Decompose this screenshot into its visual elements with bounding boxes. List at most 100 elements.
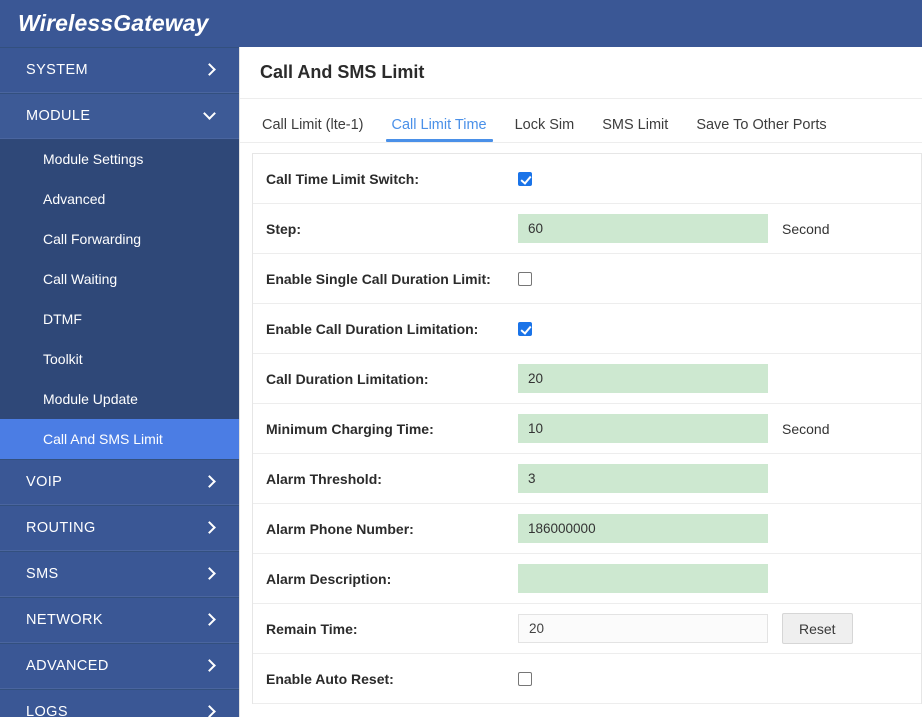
row-label: Enable Single Call Duration Limit: xyxy=(266,270,491,287)
row-field: Reset xyxy=(518,613,853,644)
sidebar-item-label: DTMF xyxy=(43,311,82,327)
form-row-alarm-description: Alarm Description: xyxy=(253,554,921,604)
row-field xyxy=(518,214,768,243)
call-time-limit-switch-checkbox[interactable] xyxy=(518,171,532,186)
sidebar-item-label: Module Update xyxy=(43,391,138,407)
settings-form: Call Time Limit Switch: Step: Second xyxy=(252,153,922,704)
chevron-right-icon xyxy=(205,706,217,717)
body-split: SYSTEM MODULE Module Settings Advanced C… xyxy=(0,47,922,717)
sidebar-section-module[interactable]: MODULE xyxy=(0,93,239,139)
chevron-right-icon xyxy=(205,614,217,626)
sidebar-item-label: Module Settings xyxy=(43,151,144,167)
page-title: Call And SMS Limit xyxy=(260,62,425,82)
tab-call-limit-lte-1[interactable]: Call Limit (lte-1) xyxy=(260,117,378,142)
form-row-enable-auto-reset: Enable Auto Reset: xyxy=(253,654,921,704)
row-field xyxy=(518,564,768,593)
row-field xyxy=(518,364,768,393)
chevron-right-icon xyxy=(205,522,217,534)
sidebar-item-dtmf[interactable]: DTMF xyxy=(0,299,239,339)
sidebar-section-routing[interactable]: ROUTING xyxy=(0,505,239,551)
form-row-alarm-threshold: Alarm Threshold: xyxy=(253,454,921,504)
chevron-right-icon xyxy=(205,568,217,580)
main-content: Call And SMS Limit Call Limit (lte-1) Ca… xyxy=(239,47,922,717)
sidebar-item-label: Call Waiting xyxy=(43,271,118,287)
reset-button[interactable]: Reset xyxy=(782,613,853,644)
sidebar-section-label: SYSTEM xyxy=(26,62,89,78)
remain-time-input[interactable] xyxy=(518,614,768,643)
minimum-charging-time-input[interactable] xyxy=(518,414,768,443)
alarm-description-input[interactable] xyxy=(518,564,768,593)
sidebar-submenu-module: Module Settings Advanced Call Forwarding… xyxy=(0,139,239,459)
minimum-charging-time-unit-label: Second xyxy=(782,420,830,437)
sidebar-section-network[interactable]: NETWORK xyxy=(0,597,239,643)
sidebar-section-logs[interactable]: LOGS xyxy=(0,689,239,717)
alarm-phone-number-input[interactable] xyxy=(518,514,768,543)
sidebar-item-module-update[interactable]: Module Update xyxy=(0,379,239,419)
row-label: Enable Auto Reset: xyxy=(266,670,394,687)
sidebar-section-label: NETWORK xyxy=(26,612,103,628)
sidebar-item-call-waiting[interactable]: Call Waiting xyxy=(0,259,239,299)
row-field xyxy=(518,414,768,443)
row-label: Enable Call Duration Limitation: xyxy=(266,320,479,337)
form-row-alarm-phone-number: Alarm Phone Number: xyxy=(253,504,921,554)
row-label: Call Duration Limitation: xyxy=(266,370,429,387)
alarm-threshold-input[interactable] xyxy=(518,464,768,493)
sidebar-item-call-and-sms-limit[interactable]: Call And SMS Limit xyxy=(0,419,239,459)
enable-single-call-duration-limit-checkbox[interactable] xyxy=(518,271,532,286)
form-row-call-duration-limitation: Call Duration Limitation: xyxy=(253,354,921,404)
row-field xyxy=(518,514,768,543)
sidebar-item-toolkit[interactable]: Toolkit xyxy=(0,339,239,379)
row-field xyxy=(518,671,768,686)
enable-auto-reset-checkbox[interactable] xyxy=(518,671,532,686)
enable-call-duration-limitation-checkbox[interactable] xyxy=(518,321,532,336)
sidebar-item-label: Toolkit xyxy=(43,351,83,367)
sidebar-section-sms[interactable]: SMS xyxy=(0,551,239,597)
row-field xyxy=(518,171,768,186)
page-title-bar: Call And SMS Limit xyxy=(240,47,922,99)
tab-save-to-other-ports[interactable]: Save To Other Ports xyxy=(682,117,840,142)
form-wrapper: Call Time Limit Switch: Step: Second xyxy=(240,143,922,717)
sidebar-item-label: Call Forwarding xyxy=(43,231,142,247)
sidebar-section-advanced[interactable]: ADVANCED xyxy=(0,643,239,689)
sidebar-section-voip[interactable]: VOIP xyxy=(0,459,239,505)
sidebar-section-label: LOGS xyxy=(26,704,68,717)
step-input[interactable] xyxy=(518,214,768,243)
tab-label: Save To Other Ports xyxy=(696,117,827,133)
sidebar-section-label: VOIP xyxy=(26,474,63,490)
step-unit-label: Second xyxy=(782,220,830,237)
sidebar-item-label: Call And SMS Limit xyxy=(43,431,163,447)
form-row-step: Step: Second xyxy=(253,204,921,254)
row-label: Minimum Charging Time: xyxy=(266,420,434,437)
tab-label: Call Limit Time xyxy=(391,117,487,133)
row-field xyxy=(518,464,768,493)
row-label: Remain Time: xyxy=(266,620,358,637)
sidebar-item-advanced[interactable]: Advanced xyxy=(0,179,239,219)
row-label: Call Time Limit Switch: xyxy=(266,170,419,187)
row-label: Alarm Description: xyxy=(266,570,392,587)
form-row-minimum-charging-time: Minimum Charging Time: Second xyxy=(253,404,921,454)
tab-call-limit-time[interactable]: Call Limit Time xyxy=(378,117,501,142)
sidebar-item-call-forwarding[interactable]: Call Forwarding xyxy=(0,219,239,259)
sidebar-section-label: ADVANCED xyxy=(26,658,109,674)
form-row-enable-single-call-duration-limit: Enable Single Call Duration Limit: xyxy=(253,254,921,304)
chevron-right-icon xyxy=(205,64,217,76)
sidebar-section-system[interactable]: SYSTEM xyxy=(0,47,239,93)
form-row-remain-time: Remain Time: Reset xyxy=(253,604,921,654)
tab-sms-limit[interactable]: SMS Limit xyxy=(588,117,682,142)
tab-label: Lock Sim xyxy=(514,117,575,133)
brand-title: WirelessGateway xyxy=(18,10,209,36)
chevron-down-icon xyxy=(205,110,217,122)
row-label: Step: xyxy=(266,220,301,237)
form-row-call-time-limit-switch: Call Time Limit Switch: xyxy=(253,154,921,204)
row-field xyxy=(518,271,768,286)
tab-lock-sim[interactable]: Lock Sim xyxy=(501,117,589,142)
sidebar-item-module-settings[interactable]: Module Settings xyxy=(0,139,239,179)
call-duration-limitation-input[interactable] xyxy=(518,364,768,393)
tab-label: SMS Limit xyxy=(602,117,669,133)
top-brand-bar: WirelessGateway xyxy=(0,0,922,47)
app-window: WirelessGateway SYSTEM MODULE Module Set… xyxy=(0,0,922,717)
row-label: Alarm Phone Number: xyxy=(266,520,414,537)
sidebar-section-label: ROUTING xyxy=(26,520,96,536)
row-field xyxy=(518,321,768,336)
chevron-right-icon xyxy=(205,476,217,488)
